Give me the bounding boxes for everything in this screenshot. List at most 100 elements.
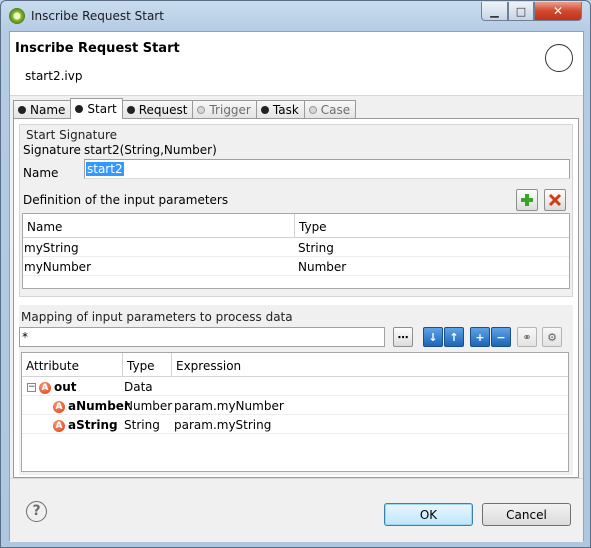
input-params-table: Name Type myString String myNumber Numbe… bbox=[22, 213, 570, 289]
attribute-cell: AaString bbox=[22, 415, 123, 433]
attribute-name: aString bbox=[68, 418, 118, 432]
table-row[interactable]: myNumber Number bbox=[23, 257, 569, 276]
minimize-button[interactable]: ▁ bbox=[481, 2, 508, 21]
arrow-up-icon: ↑ bbox=[449, 330, 459, 344]
tab-case[interactable]: Case bbox=[303, 100, 357, 119]
mapping-group: Mapping of input parameters to process d… bbox=[19, 305, 573, 475]
tab-label: Name bbox=[30, 103, 66, 117]
attribute-cell: AaNumber bbox=[22, 396, 130, 414]
tab-dot-icon bbox=[197, 106, 206, 114]
dialog-footer: ? OK Cancel bbox=[10, 478, 583, 542]
column-header-name[interactable]: Name bbox=[23, 214, 295, 237]
attribute-name: out bbox=[54, 380, 77, 394]
maximize-icon: □ bbox=[515, 4, 527, 18]
column-header-expression[interactable]: Expression bbox=[172, 353, 568, 376]
table-header: Attribute Type Expression bbox=[22, 353, 568, 377]
tab-label: Case bbox=[320, 103, 351, 117]
title-bar[interactable]: Inscribe Request Start ▁ □ ✕ bbox=[1, 1, 590, 31]
tab-task[interactable]: Task bbox=[255, 100, 305, 119]
cancel-button[interactable]: Cancel bbox=[482, 503, 571, 526]
table-row[interactable]: myString String bbox=[23, 238, 569, 257]
table-header: Name Type bbox=[23, 214, 569, 238]
type-cell: String bbox=[124, 418, 160, 432]
dialog-content: Inscribe Request Start start2.ivp Name S… bbox=[9, 31, 584, 542]
window-title: Inscribe Request Start bbox=[31, 9, 164, 23]
name-field-value: start2 bbox=[86, 162, 124, 176]
expression-cell[interactable] bbox=[172, 377, 174, 395]
param-type: String bbox=[298, 241, 334, 255]
move-down-button[interactable]: ↓ bbox=[423, 327, 443, 347]
move-up-button[interactable]: ↑ bbox=[444, 327, 464, 347]
name-label: Name bbox=[23, 166, 59, 180]
help-icon[interactable]: ? bbox=[26, 501, 47, 522]
minus-icon: − bbox=[496, 330, 506, 344]
dialog-header: Inscribe Request Start start2.ivp bbox=[10, 32, 583, 96]
delete-icon bbox=[548, 193, 562, 207]
arrow-down-icon: ↓ bbox=[428, 330, 438, 344]
table-row[interactable]: AaString String param.myString bbox=[22, 415, 568, 434]
plus-icon: + bbox=[475, 330, 485, 344]
mapping-table: Attribute Type Expression − Aout Data AaN bbox=[21, 352, 569, 472]
type-cell: Data bbox=[124, 380, 153, 394]
signature-value: start2(String,Number) bbox=[84, 143, 217, 157]
link-icon: ⚭ bbox=[522, 330, 532, 344]
attribute-name: aNumber bbox=[68, 399, 130, 413]
close-icon: ✕ bbox=[552, 4, 564, 18]
attribute-icon: A bbox=[53, 400, 65, 413]
attribute-icon: A bbox=[39, 381, 51, 394]
mapping-label: Mapping of input parameters to process d… bbox=[21, 310, 293, 324]
maximize-button[interactable]: □ bbox=[508, 2, 534, 21]
app-icon bbox=[9, 8, 25, 24]
attribute-icon: A bbox=[53, 419, 65, 432]
tab-bar: Name Start Request Trigger Task Case bbox=[13, 98, 357, 119]
ok-button[interactable]: OK bbox=[384, 503, 473, 526]
settings-button[interactable]: ⚙ bbox=[542, 327, 562, 347]
column-header-type[interactable]: Type bbox=[123, 353, 172, 376]
tab-label: Task bbox=[272, 103, 299, 117]
type-cell: Number bbox=[124, 399, 173, 413]
tab-dot-icon bbox=[75, 105, 84, 113]
attribute-cell: − Aout bbox=[22, 377, 123, 395]
plus-icon bbox=[521, 194, 533, 206]
start-signature-label: Start Signature bbox=[26, 128, 118, 142]
column-header-attribute[interactable]: Attribute bbox=[22, 353, 123, 376]
edit-icon: ⋯ bbox=[397, 330, 409, 344]
tab-label: Request bbox=[138, 103, 188, 117]
delete-parameter-button[interactable] bbox=[544, 189, 566, 211]
expression-cell[interactable]: param.myString bbox=[172, 415, 271, 433]
table-row[interactable]: AaNumber Number param.myNumber bbox=[22, 396, 568, 415]
tab-dot-icon bbox=[126, 106, 135, 114]
link-button[interactable]: ⚭ bbox=[517, 327, 537, 347]
tab-dot-icon bbox=[18, 106, 26, 114]
param-name: myString bbox=[24, 241, 79, 255]
tab-label: Trigger bbox=[209, 103, 251, 117]
column-header-type[interactable]: Type bbox=[295, 214, 569, 237]
collapse-all-button[interactable]: − bbox=[491, 327, 511, 347]
minimize-icon: ▁ bbox=[490, 4, 499, 18]
input-params-label: Definition of the input parameters bbox=[23, 193, 229, 207]
expression-cell[interactable]: param.myNumber bbox=[172, 396, 284, 414]
header-title: Inscribe Request Start bbox=[15, 41, 180, 56]
dialog-window: Inscribe Request Start ▁ □ ✕ Inscribe Re… bbox=[0, 0, 591, 548]
tab-dot-icon bbox=[260, 106, 269, 114]
tab-start[interactable]: Start bbox=[70, 98, 123, 119]
signature-label: Signature bbox=[23, 143, 81, 157]
start-tab-panel: Start Signature Signature start2(String,… bbox=[13, 118, 579, 478]
tab-dot-icon bbox=[308, 106, 317, 114]
tab-trigger[interactable]: Trigger bbox=[192, 100, 257, 119]
tab-request[interactable]: Request bbox=[121, 100, 194, 119]
start-signature-group: Start Signature Signature start2(String,… bbox=[19, 124, 573, 297]
expand-all-button[interactable]: + bbox=[470, 327, 490, 347]
edit-mapping-button[interactable]: ⋯ bbox=[393, 327, 413, 347]
close-button[interactable]: ✕ bbox=[534, 2, 582, 21]
table-row[interactable]: − Aout Data bbox=[22, 377, 568, 396]
tab-name[interactable]: Name bbox=[13, 100, 72, 119]
name-field[interactable]: start2 bbox=[84, 159, 570, 179]
filter-input[interactable]: * bbox=[19, 327, 385, 347]
header-subtitle: start2.ivp bbox=[25, 69, 83, 83]
tab-label: Start bbox=[87, 102, 117, 116]
collapse-toggle-icon[interactable]: − bbox=[27, 383, 36, 392]
add-parameter-button[interactable] bbox=[516, 189, 538, 211]
param-type: Number bbox=[298, 260, 347, 274]
settings-icon: ⚙ bbox=[547, 330, 557, 344]
